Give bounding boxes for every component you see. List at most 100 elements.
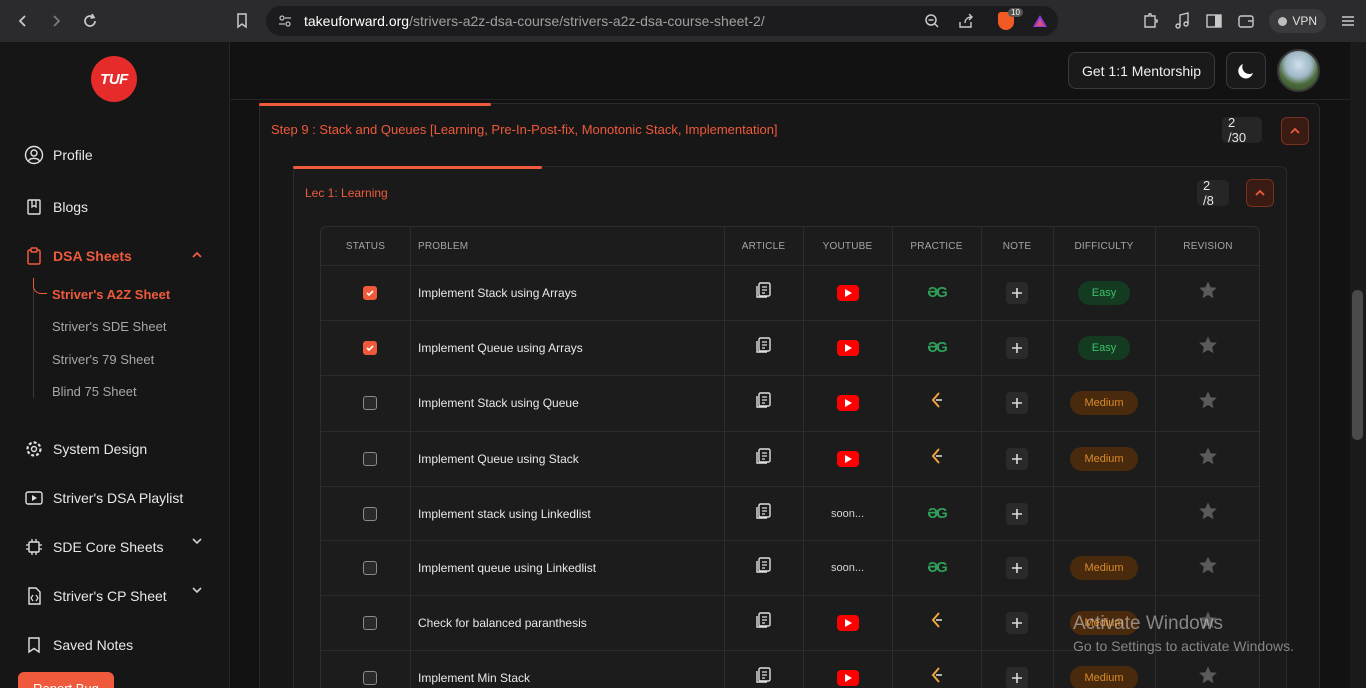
chevron-down-icon[interactable] <box>190 583 204 597</box>
problem-name[interactable]: Check for balanced paranthesis <box>418 595 718 650</box>
lecture-collapse-button[interactable] <box>1246 179 1274 207</box>
problem-name[interactable]: Implement Stack using Queue <box>418 375 718 430</box>
step-collapse-button[interactable] <box>1281 117 1309 145</box>
problem-name[interactable]: Implement Queue using Stack <box>418 431 718 486</box>
difficulty-badge: Medium <box>1070 555 1138 580</box>
star-icon[interactable] <box>1198 390 1218 415</box>
status-checkbox[interactable] <box>363 451 377 466</box>
status-checkbox[interactable] <box>363 560 377 575</box>
gfg-icon[interactable]: ƏG <box>927 339 948 356</box>
article-icon[interactable] <box>755 447 773 470</box>
article-icon[interactable] <box>755 281 773 304</box>
share-icon[interactable] <box>958 13 974 29</box>
leetcode-icon[interactable] <box>929 666 945 688</box>
youtube-icon[interactable] <box>836 669 859 686</box>
gfg-icon[interactable]: ƏG <box>927 284 948 301</box>
add-note-button[interactable] <box>1006 391 1028 414</box>
add-note-button[interactable] <box>1006 502 1028 525</box>
sidebar-item-sde-core[interactable]: SDE Core Sheets <box>24 537 164 557</box>
scrollbar-thumb[interactable] <box>1352 290 1363 440</box>
star-icon[interactable] <box>1198 446 1218 471</box>
star-icon[interactable] <box>1198 335 1218 360</box>
wallet-icon[interactable] <box>1237 12 1255 30</box>
sidebar-item-profile[interactable]: Profile <box>24 145 93 165</box>
status-checkbox[interactable] <box>363 395 377 410</box>
youtube-icon[interactable] <box>836 284 859 301</box>
star-icon[interactable] <box>1198 665 1218 688</box>
menu-icon[interactable] <box>1340 13 1356 29</box>
status-checkbox[interactable] <box>363 340 377 355</box>
star-icon[interactable] <box>1198 280 1218 305</box>
problem-name[interactable]: Implement queue using Linkedlist <box>418 540 718 595</box>
chevron-down-icon[interactable] <box>190 534 204 548</box>
zoom-icon[interactable] <box>924 13 940 29</box>
status-checkbox[interactable] <box>363 285 377 300</box>
sub-item-blind-75[interactable]: Blind 75 Sheet <box>52 384 137 399</box>
article-icon[interactable] <box>755 336 773 359</box>
youtube-cell <box>803 650 892 688</box>
status-checkbox[interactable] <box>363 670 377 685</box>
status-checkbox[interactable] <box>363 615 377 630</box>
forward-button[interactable] <box>43 8 69 34</box>
mentorship-button[interactable]: Get 1:1 Mentorship <box>1068 52 1215 89</box>
article-cell <box>724 431 803 486</box>
sidebar-item-dsa-sheets[interactable]: DSA Sheets <box>24 246 132 266</box>
sidebar-item-cp-sheet[interactable]: Striver's CP Sheet <box>24 586 167 606</box>
avatar[interactable] <box>1277 49 1320 92</box>
back-button[interactable] <box>10 8 36 34</box>
youtube-icon[interactable] <box>836 339 859 356</box>
problem-name[interactable]: Implement Stack using Arrays <box>418 265 718 320</box>
brave-rewards-icon[interactable] <box>1032 13 1048 29</box>
sidebar-toggle-icon[interactable] <box>1205 12 1223 30</box>
add-note-button[interactable] <box>1006 666 1028 688</box>
add-note-button[interactable] <box>1006 281 1028 304</box>
add-note-button[interactable] <box>1006 556 1028 579</box>
article-icon[interactable] <box>755 502 773 525</box>
leetcode-icon[interactable] <box>929 391 945 414</box>
moon-icon <box>1238 63 1253 78</box>
sub-item-sde-sheet[interactable]: Striver's SDE Sheet <box>52 319 166 334</box>
problem-name[interactable]: Implement Min Stack <box>418 650 718 688</box>
leetcode-icon[interactable] <box>929 447 945 470</box>
sidebar-item-system-design[interactable]: System Design <box>24 439 147 459</box>
leetcode-icon[interactable] <box>929 611 945 634</box>
article-icon[interactable] <box>755 391 773 414</box>
user-icon <box>24 145 44 165</box>
vpn-button[interactable]: VPN <box>1269 9 1326 33</box>
youtube-icon[interactable] <box>836 394 859 411</box>
reload-button[interactable] <box>77 8 103 34</box>
gfg-icon[interactable]: ƏG <box>927 505 948 522</box>
report-bug-button[interactable]: Report Bug <box>18 672 114 688</box>
extensions-icon[interactable] <box>1141 12 1159 30</box>
lecture-title[interactable]: Lec 1: Learning <box>305 186 388 200</box>
chevron-up-icon[interactable] <box>190 248 204 262</box>
tuf-logo[interactable]: TUF <box>91 56 137 102</box>
sub-item-79-sheet[interactable]: Striver's 79 Sheet <box>52 352 154 367</box>
step-title[interactable]: Step 9 : Stack and Queues [Learning, Pre… <box>271 122 778 137</box>
difficulty-cell: Medium <box>1053 375 1155 430</box>
theme-toggle-button[interactable] <box>1226 52 1266 89</box>
music-icon[interactable] <box>1173 12 1191 30</box>
youtube-icon[interactable] <box>836 614 859 631</box>
problem-name[interactable]: Implement Queue using Arrays <box>418 320 718 375</box>
sidebar-item-blogs[interactable]: Blogs <box>24 197 88 217</box>
article-icon[interactable] <box>755 666 773 688</box>
youtube-icon[interactable] <box>836 450 859 467</box>
chevron-expand-icon[interactable] <box>193 682 205 688</box>
star-icon[interactable] <box>1198 555 1218 580</box>
address-bar[interactable]: takeuforward.org/strivers-a2z-dsa-course… <box>266 6 1058 36</box>
add-note-button[interactable] <box>1006 611 1028 634</box>
add-note-button[interactable] <box>1006 336 1028 359</box>
article-icon[interactable] <box>755 556 773 579</box>
gfg-icon[interactable]: ƏG <box>927 559 948 576</box>
article-icon[interactable] <box>755 611 773 634</box>
add-note-button[interactable] <box>1006 447 1028 470</box>
bookmark-page-button[interactable] <box>229 8 255 34</box>
problem-name[interactable]: Implement stack using Linkedlist <box>418 486 718 541</box>
star-icon[interactable] <box>1198 501 1218 526</box>
sidebar-item-dsa-playlist[interactable]: Striver's DSA Playlist <box>24 488 183 508</box>
sidebar-item-saved-notes[interactable]: Saved Notes <box>24 635 133 655</box>
sub-item-a2z-sheet[interactable]: Striver's A2Z Sheet <box>52 287 170 302</box>
status-checkbox[interactable] <box>363 506 377 521</box>
site-settings-icon[interactable] <box>278 14 292 28</box>
